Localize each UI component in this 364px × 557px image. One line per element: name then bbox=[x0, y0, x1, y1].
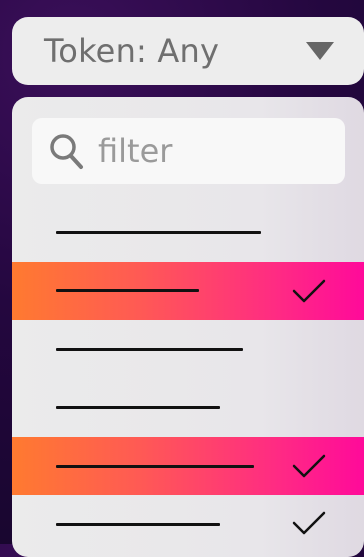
filter-box[interactable] bbox=[32, 118, 345, 184]
token-select[interactable]: Token: Any bbox=[12, 17, 364, 85]
option-item[interactable] bbox=[12, 495, 364, 553]
option-item[interactable] bbox=[12, 379, 364, 437]
option-label bbox=[56, 465, 254, 468]
option-item-selected[interactable] bbox=[12, 437, 364, 495]
search-icon bbox=[50, 134, 83, 169]
option-item[interactable] bbox=[12, 201, 364, 259]
option-label bbox=[56, 289, 199, 292]
option-label bbox=[56, 406, 220, 409]
option-item-selected[interactable] bbox=[12, 262, 364, 320]
option-item[interactable] bbox=[12, 321, 364, 379]
checkmark-icon bbox=[292, 454, 326, 478]
checkmark-icon bbox=[292, 279, 326, 303]
option-label bbox=[56, 523, 220, 526]
filter-input[interactable] bbox=[96, 131, 330, 171]
option-label bbox=[56, 231, 261, 234]
checkmark-icon bbox=[292, 511, 326, 535]
option-label bbox=[56, 348, 243, 351]
token-select-label: Token: Any bbox=[44, 32, 220, 70]
triangle-down-icon bbox=[306, 42, 334, 60]
dropdown-panel bbox=[12, 97, 364, 557]
